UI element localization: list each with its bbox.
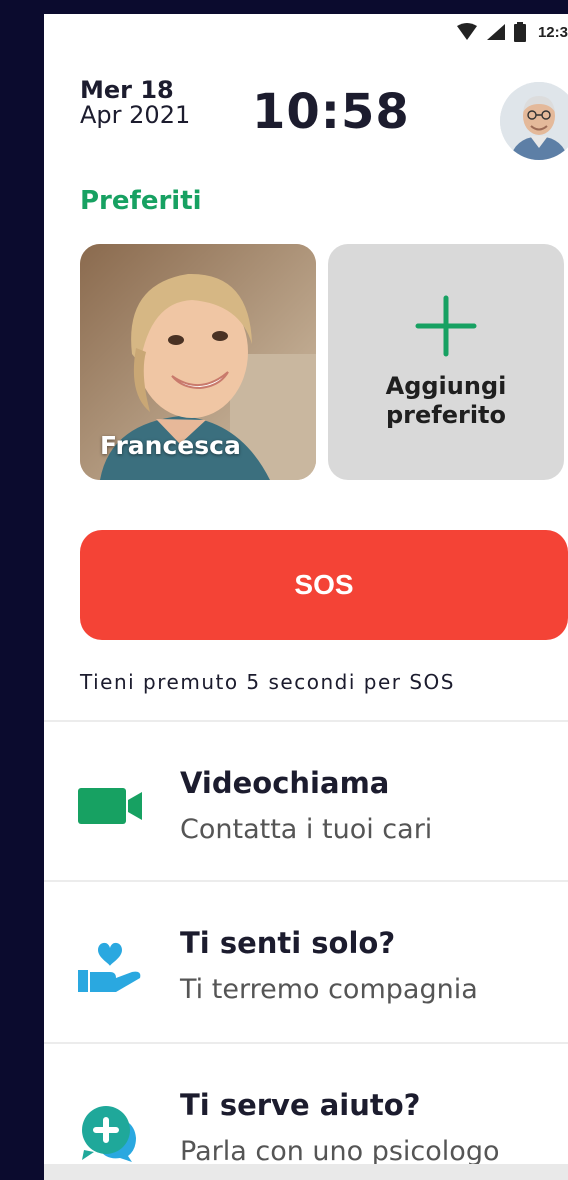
add-favorite-label-line2: preferito [385,401,507,429]
clock: 10:58 [252,84,410,140]
action-subtitle: Contatta i tuoi cari [180,814,433,845]
status-bar: 12:3 [44,14,568,50]
action-ti-senti-solo[interactable]: Ti senti solo? Ti terremo compagnia [44,882,568,1044]
medical-chat-icon [82,1106,136,1162]
action-title: Ti senti solo? [180,926,396,960]
wifi-icon [456,23,477,40]
action-videochiama[interactable]: Videochiama Contatta i tuoi cari [44,722,568,884]
avatar-portrait-icon [500,82,568,160]
user-avatar[interactable] [500,82,568,160]
app-screen: 12:3 Mer 18 Apr 2021 10:58 Preferiti Fra… [44,14,568,1180]
action-subtitle: Parla con uno psicologo [180,1136,500,1167]
date-month-year: Apr 2021 [80,101,191,130]
action-title: Ti serve aiuto? [180,1088,421,1122]
date-display: Mer 18 Apr 2021 [80,76,191,130]
plus-icon [415,295,477,357]
add-favorite-label-line1: Aggiungi [385,372,507,401]
status-time: 12:3 [537,23,568,41]
sos-button[interactable]: SOS [80,530,568,640]
favorites-title: Preferiti [80,186,202,216]
battery-icon [513,22,526,42]
signal-icon [486,24,505,40]
bottom-edge [44,1164,568,1180]
heart-hand-icon [78,942,141,992]
favorite-name: Francesca [100,431,241,460]
date-day: Mer 18 [80,76,174,104]
action-title: Videochiama [180,766,390,800]
action-subtitle: Ti terremo compagnia [180,974,478,1005]
favorite-card-francesca[interactable]: Francesca [80,244,316,480]
sos-hint: Tieni premuto 5 secondi per SOS [80,670,455,694]
add-favorite-label: Aggiungi preferito [386,372,507,430]
add-favorite-button[interactable]: Aggiungi preferito [328,244,564,480]
action-ti-serve-aiuto[interactable]: Ti serve aiuto? Parla con uno psicologo [44,1044,568,1180]
video-camera-icon [78,788,142,824]
